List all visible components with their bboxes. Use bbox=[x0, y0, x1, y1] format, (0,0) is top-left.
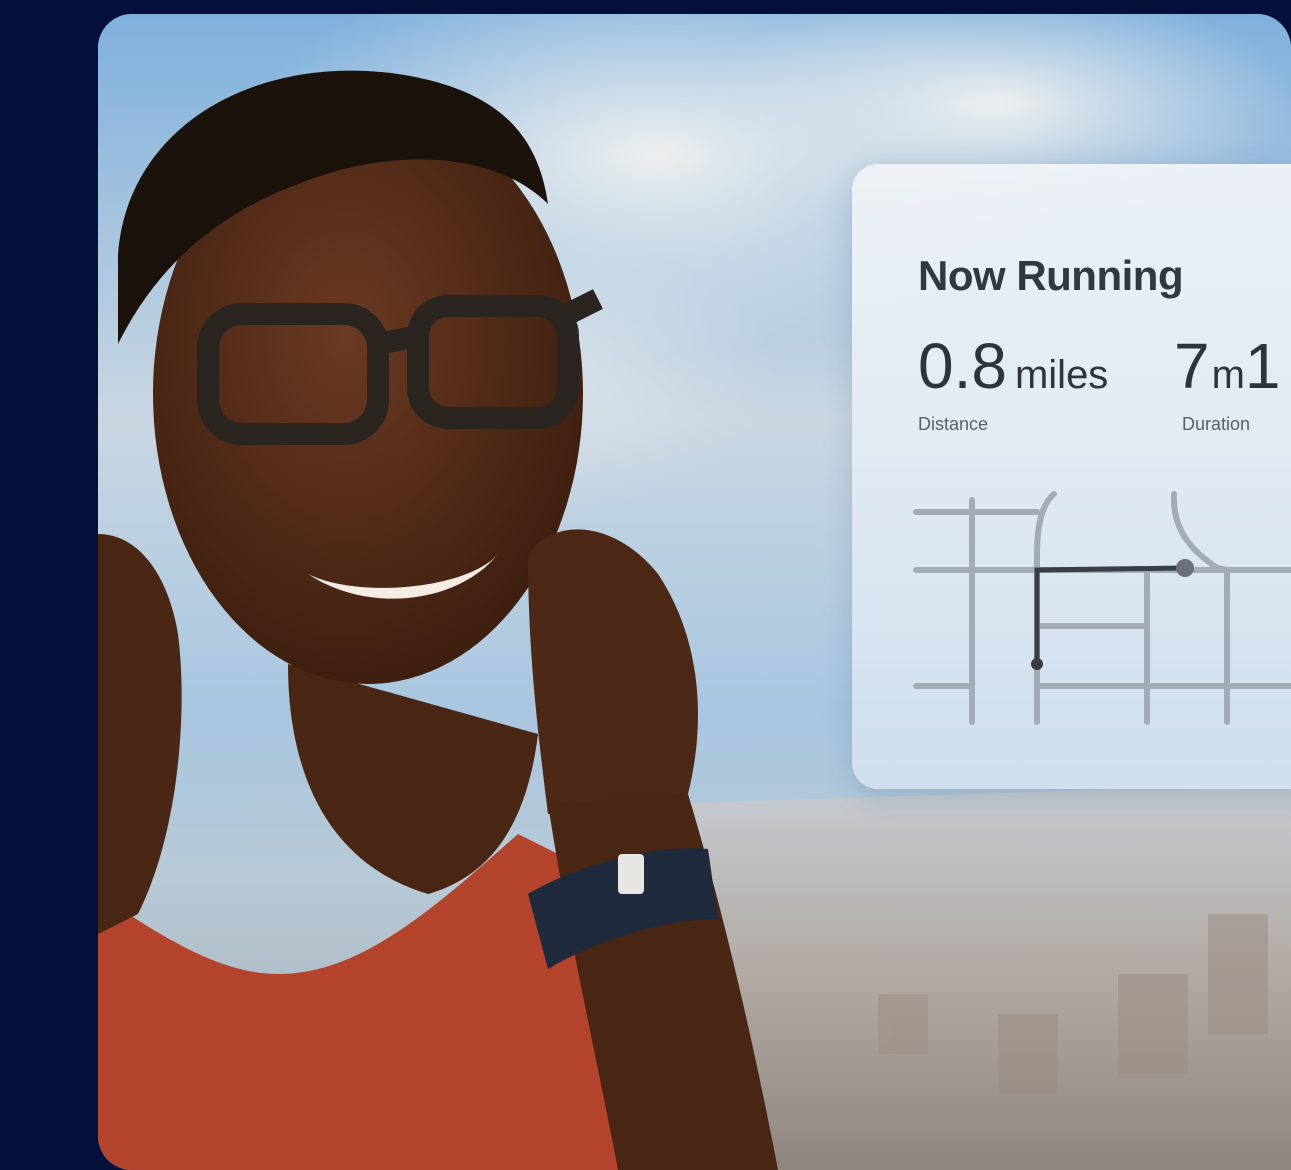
route-map-icon bbox=[913, 491, 1291, 725]
running-stats-card: Now Running 0.8 miles Distance 7m1 Durati… bbox=[852, 164, 1291, 789]
distance-label: Distance bbox=[918, 414, 989, 434]
distance-unit: miles bbox=[1014, 353, 1109, 397]
duration-unit: m bbox=[1211, 353, 1245, 397]
duration-trailing: 1 bbox=[1244, 330, 1281, 402]
card-title: Now Running bbox=[918, 252, 1184, 299]
hero-image-frame: Now Running 0.8 miles Distance 7m1 Durati… bbox=[98, 14, 1291, 1170]
duration-value: 7 bbox=[1174, 330, 1210, 402]
distance-value: 0.8 bbox=[918, 330, 1007, 402]
distance-stat: 0.8 miles bbox=[918, 329, 1108, 403]
duration-stat: 7m1 bbox=[1174, 329, 1281, 403]
duration-label: Duration bbox=[1182, 414, 1251, 434]
